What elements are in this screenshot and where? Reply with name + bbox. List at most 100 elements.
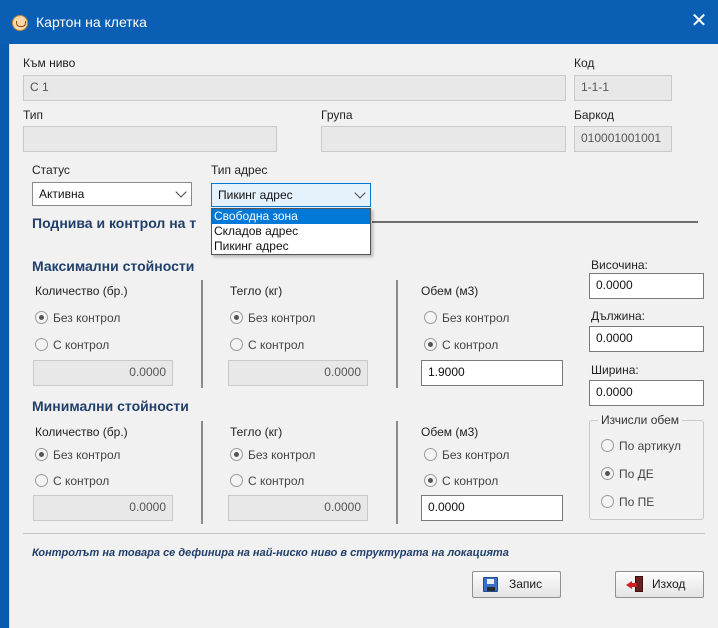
radio-label: Без контрол (248, 311, 316, 325)
column-divider (201, 421, 203, 524)
exit-button[interactable]: Изход (615, 571, 704, 598)
calc-volume-group: Изчисли обем По артикул По ДЕ По ПЕ (589, 413, 704, 520)
radio-label: По ПЕ (619, 495, 655, 509)
close-icon[interactable]: ✕ (688, 10, 710, 32)
min-qty-with-control-radio[interactable]: С контрол (35, 474, 109, 492)
code-field[interactable]: 1-1-1 (574, 75, 672, 101)
radio-label: По артикул (619, 439, 682, 453)
max-weight-label: Тегло (кг) (230, 284, 283, 298)
max-volume-field[interactable]: 1.9000 (421, 360, 563, 386)
min-volume-no-control-radio[interactable]: Без контрол (424, 448, 509, 466)
max-weight-no-control-radio[interactable]: Без контрол (230, 311, 315, 329)
width-label: Ширина: (591, 363, 639, 377)
app-icon (12, 15, 28, 31)
max-qty-field[interactable]: 0.0000 (33, 360, 173, 386)
min-values-title: Минимални стойности (32, 398, 189, 414)
max-weight-field[interactable]: 0.0000 (228, 360, 368, 386)
barcode-field[interactable]: 010001001001 (574, 126, 672, 152)
calc-by-de-radio[interactable]: По ДЕ (601, 467, 654, 485)
radio-dot (35, 448, 48, 461)
radio-dot (230, 338, 243, 351)
radio-label: Без контрол (248, 448, 316, 462)
window-title: Картон на клетка (36, 14, 147, 30)
radio-label: С контрол (442, 474, 499, 488)
radio-label: С контрол (53, 474, 110, 488)
max-qty-no-control-radio[interactable]: Без контрол (35, 311, 120, 329)
dialog-body: Към ниво С 1 Код 1-1-1 Тип Група Баркод … (9, 44, 718, 628)
group-field[interactable] (321, 126, 566, 152)
section-divider (372, 221, 698, 223)
calc-by-article-radio[interactable]: По артикул (601, 439, 681, 457)
address-type-value: Пикинг адрес (218, 188, 293, 202)
status-label: Статус (32, 163, 70, 177)
barcode-label: Баркод (574, 108, 615, 122)
max-volume-no-control-radio[interactable]: Без контрол (424, 311, 509, 329)
max-qty-label: Количество (бр.) (35, 284, 128, 298)
length-field[interactable]: 0.0000 (589, 326, 704, 352)
max-qty-with-control-radio[interactable]: С контрол (35, 338, 109, 356)
column-divider (396, 421, 398, 524)
min-volume-with-control-radio[interactable]: С контрол (424, 474, 498, 492)
to-level-field[interactable]: С 1 (23, 75, 566, 101)
type-field[interactable] (23, 126, 277, 152)
radio-dot (601, 439, 614, 452)
save-button-label: Запис (509, 577, 543, 591)
address-type-option[interactable]: Пикинг адрес (212, 239, 370, 254)
to-level-label: Към ниво (23, 56, 76, 70)
radio-dot (424, 311, 437, 324)
radio-dot (601, 467, 614, 480)
calc-by-pe-radio[interactable]: По ПЕ (601, 495, 654, 513)
radio-label: С контрол (442, 338, 499, 352)
max-weight-with-control-radio[interactable]: С контрол (230, 338, 304, 356)
address-type-select[interactable]: Пикинг адрес (211, 183, 371, 207)
address-type-dropdown-list: Свободна зона Складов адрес Пикинг адрес (211, 208, 371, 255)
min-qty-no-control-radio[interactable]: Без контрол (35, 448, 120, 466)
min-weight-with-control-radio[interactable]: С контрол (230, 474, 304, 492)
column-divider (396, 280, 398, 388)
title-bar: Картон на клетка ✕ (0, 0, 718, 44)
column-divider (201, 280, 203, 388)
max-volume-with-control-radio[interactable]: С контрол (424, 338, 498, 356)
exit-button-label: Изход (652, 577, 686, 591)
radio-label: Без контрол (53, 448, 121, 462)
min-volume-label: Обем (м3) (421, 425, 479, 439)
address-type-option[interactable]: Свободна зона (212, 209, 370, 224)
radio-label: Без контрол (53, 311, 121, 325)
radio-dot (35, 338, 48, 351)
radio-dot (424, 448, 437, 461)
radio-dot (230, 311, 243, 324)
chevron-down-icon (175, 186, 187, 198)
min-qty-field[interactable]: 0.0000 (33, 495, 173, 521)
address-type-option[interactable]: Складов адрес (212, 224, 370, 239)
radio-dot (230, 448, 243, 461)
type-label: Тип (23, 108, 44, 122)
min-qty-label: Количество (бр.) (35, 425, 128, 439)
radio-label: С контрол (248, 474, 305, 488)
group-label: Група (321, 108, 353, 122)
save-button[interactable]: Запис (472, 571, 561, 598)
sublevels-section-title: Поднива и контрол на т (32, 215, 197, 231)
max-volume-label: Обем (м3) (421, 284, 479, 298)
min-weight-no-control-radio[interactable]: Без контрол (230, 448, 315, 466)
radio-label: По ДЕ (619, 467, 654, 481)
footer-note: Контролът на товара се дефинира на най-н… (32, 547, 509, 559)
footer-divider (23, 533, 705, 534)
max-values-title: Максимални стойности (32, 258, 195, 274)
min-volume-field[interactable]: 0.0000 (421, 495, 563, 521)
radio-label: С контрол (53, 338, 110, 352)
height-field[interactable]: 0.0000 (589, 273, 704, 299)
length-label: Дължина: (591, 309, 645, 323)
code-label: Код (574, 56, 595, 70)
height-label: Височина: (591, 258, 648, 272)
floppy-disk-icon (483, 577, 498, 592)
radio-dot (35, 311, 48, 324)
width-field[interactable]: 0.0000 (589, 380, 704, 406)
min-weight-field[interactable]: 0.0000 (228, 495, 368, 521)
chevron-down-icon (354, 187, 366, 199)
status-select[interactable]: Активна (32, 182, 192, 206)
exit-door-icon (626, 576, 644, 592)
radio-label: Без контрол (442, 311, 510, 325)
calc-volume-legend: Изчисли обем (598, 413, 683, 427)
radio-dot (35, 474, 48, 487)
radio-dot (230, 474, 243, 487)
